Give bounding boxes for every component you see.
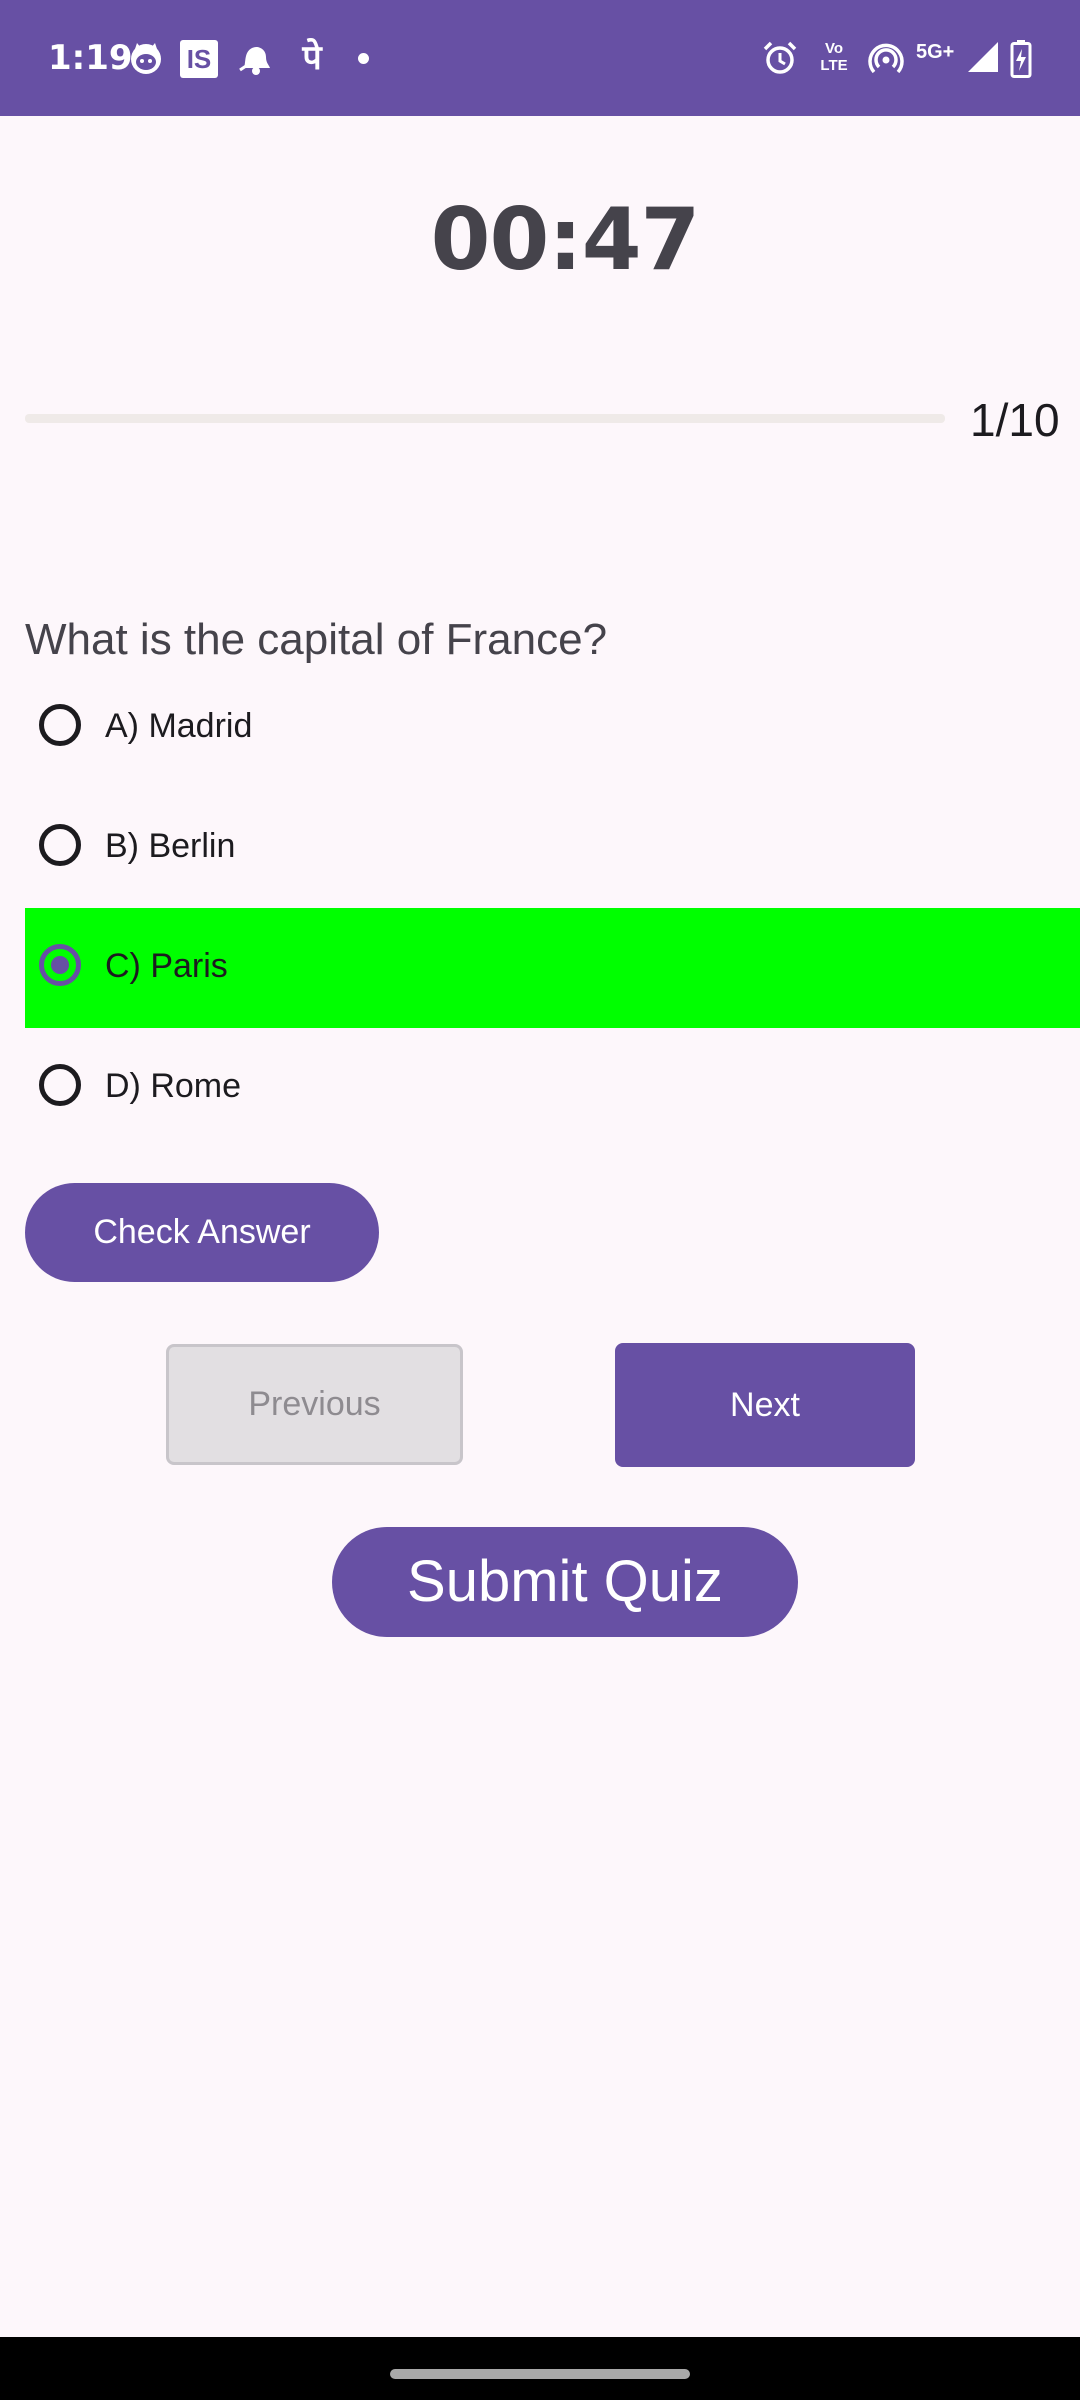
radio-selected-dot	[51, 956, 69, 974]
navigation-bar	[0, 2337, 1080, 2400]
is-box-icon: IS	[180, 40, 218, 78]
option-label-d: D) Rome	[105, 1067, 242, 1105]
network-text: 5G+	[916, 41, 955, 63]
signal-icon	[966, 40, 1002, 76]
option-label-a: A) Madrid	[105, 707, 253, 745]
radio-button-c[interactable]	[39, 944, 81, 986]
5g-plus-icon: 5G+	[916, 40, 960, 76]
question-text: What is the capital of France?	[25, 615, 608, 664]
option-d[interactable]: D) Rome	[25, 1028, 1080, 1148]
is-box-text: IS	[186, 44, 212, 74]
option-c[interactable]: C) Paris	[25, 908, 1080, 1028]
pe-icon: पे	[302, 39, 322, 77]
status-time: 1:19	[48, 38, 133, 78]
bell-icon	[236, 40, 272, 76]
previous-button[interactable]: Previous	[166, 1344, 463, 1465]
dot-icon	[358, 53, 369, 64]
option-a[interactable]: A) Madrid	[25, 668, 1080, 788]
volte-text: Vo LTE	[820, 40, 848, 74]
quiz-progress-bar	[25, 414, 945, 423]
quiz-progress-count: 1/10	[970, 394, 1060, 446]
quiz-timer-container: 00:47	[0, 190, 1080, 290]
status-bar: 1:19 IS पे Vo LTE 5G+	[0, 0, 1080, 116]
radio-button-b[interactable]	[39, 824, 81, 866]
next-button[interactable]: Next	[615, 1343, 915, 1467]
check-answer-button[interactable]: Check Answer	[25, 1183, 379, 1282]
home-gesture-handle[interactable]	[390, 2369, 690, 2379]
quiz-timer: 00:47	[430, 190, 701, 290]
cat-face-icon	[128, 40, 164, 76]
battery-charging-icon	[1010, 40, 1032, 78]
option-label-c: C) Paris	[105, 947, 228, 985]
submit-quiz-button[interactable]: Submit Quiz	[332, 1527, 798, 1637]
volte-icon: Vo LTE	[814, 40, 854, 76]
option-label-b: B) Berlin	[105, 827, 236, 865]
hotspot-icon	[868, 40, 904, 76]
option-b[interactable]: B) Berlin	[25, 788, 1080, 908]
alarm-icon	[762, 40, 798, 76]
radio-button-d[interactable]	[39, 1064, 81, 1106]
radio-button-a[interactable]	[39, 704, 81, 746]
